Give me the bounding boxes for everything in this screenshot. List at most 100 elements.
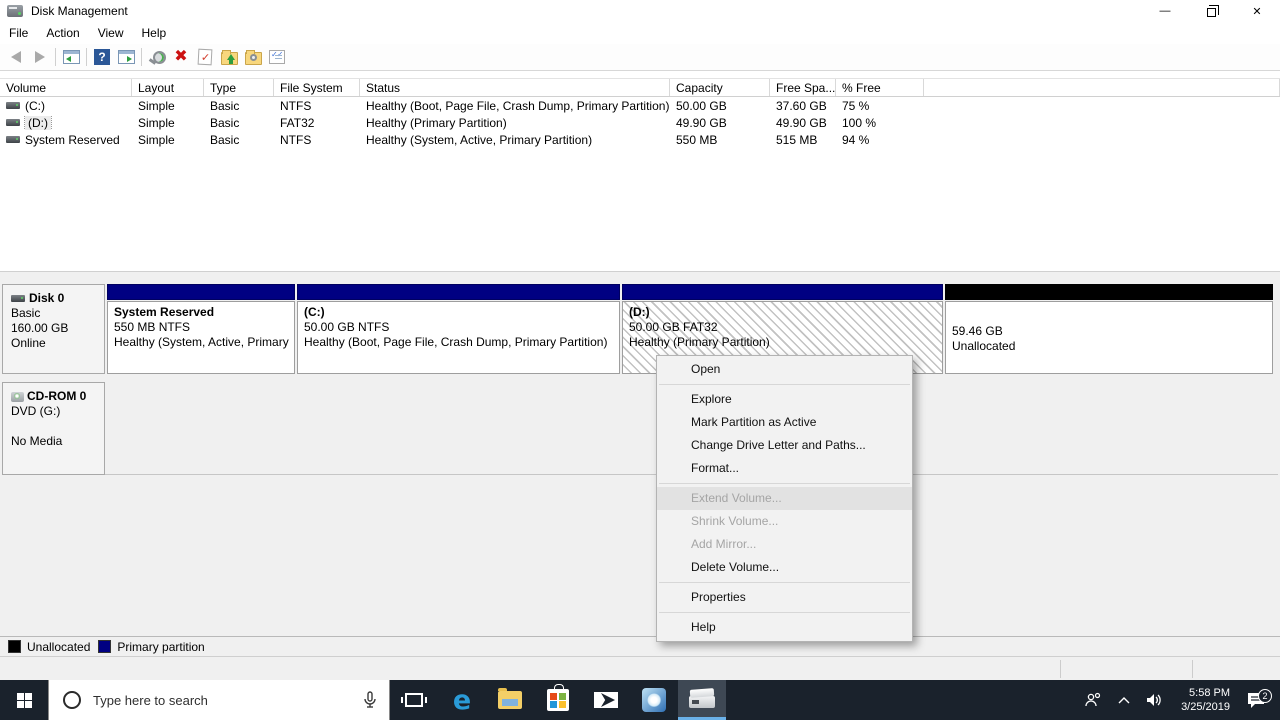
forward-button[interactable] [28, 46, 52, 69]
viewer-button[interactable] [145, 46, 169, 69]
partition-systemreserved[interactable]: System Reserved550 MB NTFSHealthy (Syste… [107, 284, 295, 374]
partition-c[interactable]: (C:)50.00 GB NTFSHealthy (Boot, Page Fil… [297, 284, 620, 374]
volume-name-cell[interactable]: (C:) [0, 99, 132, 113]
menu-help[interactable]: Help [133, 23, 176, 43]
col-volume[interactable]: Volume [0, 79, 132, 96]
chevron-up-icon [1118, 696, 1130, 704]
menu-item-change-drive-letter-and-paths[interactable]: Change Drive Letter and Paths... [657, 434, 912, 457]
volume-icon [6, 119, 20, 126]
volume-row[interactable]: (D:)SimpleBasicFAT32Healthy (Primary Par… [0, 114, 1280, 131]
menu-action[interactable]: Action [37, 23, 88, 43]
menu-item-delete-volume[interactable]: Delete Volume... [657, 556, 912, 579]
menu-file[interactable]: File [0, 23, 37, 43]
type-cell: Basic [204, 116, 274, 130]
menu-item-help[interactable]: Help [657, 616, 912, 639]
properties-button[interactable] [265, 46, 289, 69]
type-cell: Basic [204, 133, 274, 147]
volume-label: (D:) [25, 116, 51, 130]
disk0-label[interactable]: Disk 0 Basic 160.00 GB Online [2, 284, 105, 374]
volume-button[interactable] [1139, 680, 1171, 720]
partition-body[interactable]: System Reserved550 MB NTFSHealthy (Syste… [107, 301, 295, 374]
clock-date: 3/25/2019 [1181, 700, 1230, 714]
col-status[interactable]: Status [360, 79, 670, 96]
partition-body[interactable]: (C:)50.00 GB NTFSHealthy (Boot, Page Fil… [297, 301, 620, 374]
cdrom-label[interactable]: CD-ROM 0 DVD (G:) No Media [2, 382, 105, 475]
menu-separator [659, 612, 910, 613]
toolbar-separator [141, 48, 142, 66]
taskbar-app-task-view[interactable] [390, 680, 438, 720]
mark-active-button[interactable] [193, 46, 217, 69]
taskbar-app-store[interactable] [534, 680, 582, 720]
menu-item-mark-partition-as-active[interactable]: Mark Partition as Active [657, 411, 912, 434]
open-button[interactable] [217, 46, 241, 69]
menu-item-open[interactable]: Open [657, 358, 912, 381]
legend-item: Primary partition [98, 640, 204, 654]
col-type[interactable]: Type [204, 79, 274, 96]
volume-name-cell[interactable]: (D:) [0, 116, 132, 130]
taskbar-app-disk-utility[interactable] [630, 680, 678, 720]
microphone-icon[interactable] [363, 691, 377, 709]
people-icon [1084, 692, 1102, 708]
action-pane-icon [118, 50, 135, 64]
help-button[interactable]: ? [90, 46, 114, 69]
taskbar-app-file-explorer[interactable] [486, 680, 534, 720]
pct-free-cell: 94 % [836, 133, 924, 147]
partition-color-strip [945, 284, 1273, 300]
store-icon [547, 689, 569, 711]
task-view-icon [405, 693, 423, 707]
explore-button[interactable] [241, 46, 265, 69]
start-button[interactable] [0, 680, 48, 720]
menu-view[interactable]: View [89, 23, 133, 43]
disk-utility-icon [642, 688, 666, 712]
col-layout[interactable]: Layout [132, 79, 204, 96]
toolbar-separator [55, 48, 56, 66]
people-button[interactable] [1077, 680, 1109, 720]
volume-icon [6, 102, 20, 109]
disk0-name: Disk 0 [29, 291, 64, 306]
restore-icon [1207, 8, 1216, 17]
col-free-space[interactable]: Free Spa... [770, 79, 836, 96]
action-center-button[interactable]: 2 [1240, 691, 1276, 709]
check-icon [198, 49, 213, 66]
col-file-system[interactable]: File System [274, 79, 360, 96]
partition-body[interactable]: 59.46 GBUnallocated [945, 301, 1273, 374]
partition-title: (C:) [304, 305, 619, 320]
delete-icon: ✖ [174, 49, 187, 65]
col-capacity[interactable]: Capacity [670, 79, 770, 96]
edge-icon: e [453, 687, 471, 714]
partition-status: Healthy (System, Active, Primary [114, 335, 294, 350]
toolbar-separator [86, 48, 87, 66]
menu-item-explore[interactable]: Explore [657, 388, 912, 411]
search-box[interactable]: Type here to search [48, 680, 390, 720]
delete-volume-button[interactable]: ✖ [169, 46, 193, 69]
minimize-button[interactable]: — [1142, 0, 1188, 22]
show-console-tree-button[interactable] [59, 46, 83, 69]
volume-table-body: (C:)SimpleBasicNTFSHealthy (Boot, Page F… [0, 97, 1280, 148]
taskbar-app-disk-management[interactable] [678, 680, 726, 720]
volume-name-cell[interactable]: System Reserved [0, 133, 132, 147]
partition-status: Healthy (Primary Partition) [629, 335, 942, 350]
taskbar-app-mail[interactable] [582, 680, 630, 720]
disk0-row: Disk 0 Basic 160.00 GB Online System Res… [2, 284, 1278, 374]
taskbar-clock[interactable]: 5:58 PM 3/25/2019 [1173, 686, 1238, 714]
menu-separator [659, 582, 910, 583]
menu-item-format[interactable]: Format... [657, 457, 912, 480]
partition-unallocated[interactable]: 59.46 GBUnallocated [945, 284, 1273, 374]
back-button[interactable] [4, 46, 28, 69]
taskbar-app-edge[interactable]: e [438, 680, 486, 720]
layout-cell: Simple [132, 116, 204, 130]
menu-item-add-mirror: Add Mirror... [657, 533, 912, 556]
free-space-cell: 37.60 GB [770, 99, 836, 113]
restore-button[interactable] [1188, 0, 1234, 22]
close-button[interactable]: ✕ [1234, 0, 1280, 22]
search-placeholder: Type here to search [93, 693, 363, 708]
type-cell: Basic [204, 99, 274, 113]
volume-row[interactable]: (C:)SimpleBasicNTFSHealthy (Boot, Page F… [0, 97, 1280, 114]
show-action-pane-button[interactable] [114, 46, 138, 69]
partition-size: 50.00 GB NTFS [304, 320, 619, 335]
volume-row[interactable]: System ReservedSimpleBasicNTFSHealthy (S… [0, 131, 1280, 148]
menu-item-properties[interactable]: Properties [657, 586, 912, 609]
col-pct-free[interactable]: % Free [836, 79, 924, 96]
disk0-size: 160.00 GB [11, 321, 104, 336]
hidden-icons-button[interactable] [1111, 680, 1137, 720]
